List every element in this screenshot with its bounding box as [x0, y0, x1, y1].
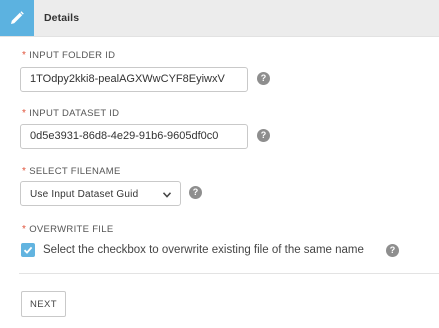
help-icon[interactable]: ?	[257, 129, 270, 142]
divider	[19, 273, 439, 274]
next-button[interactable]: NEXT	[21, 291, 66, 317]
overwrite-file-checkbox[interactable]	[21, 243, 35, 257]
input-dataset-id-label: * INPUT DATASET ID	[22, 108, 119, 119]
checkmark-icon	[23, 246, 33, 254]
input-dataset-id-label-text: INPUT DATASET ID	[29, 108, 120, 119]
select-filename-dropdown[interactable]: Use Input Dataset Guid	[20, 181, 181, 206]
required-marker: *	[22, 108, 27, 119]
required-marker: *	[22, 224, 27, 235]
input-folder-id-field[interactable]: 1TOdpy2kki8-pealAGXWwCYF8EyiwxV	[20, 67, 248, 92]
overwrite-file-label-text: OVERWRITE FILE	[29, 224, 114, 235]
input-dataset-id-field[interactable]: 0d5e3931-86d8-4e29-91b6-9605df0c0	[20, 124, 248, 149]
help-icon[interactable]: ?	[189, 186, 202, 199]
chevron-down-icon	[162, 190, 172, 201]
required-marker: *	[22, 50, 27, 61]
help-icon[interactable]: ?	[257, 72, 270, 85]
input-folder-id-label-text: INPUT FOLDER ID	[29, 50, 116, 61]
pencil-icon	[0, 0, 34, 36]
help-icon[interactable]: ?	[386, 244, 399, 257]
select-filename-label-text: SELECT FILENAME	[29, 166, 121, 177]
overwrite-file-checkbox-label[interactable]: Select the checkbox to overwrite existin…	[43, 244, 364, 256]
required-marker: *	[22, 166, 27, 177]
header-title: Details	[44, 12, 80, 24]
input-folder-id-label: * INPUT FOLDER ID	[22, 50, 115, 61]
details-header: Details	[0, 0, 439, 37]
select-filename-label: * SELECT FILENAME	[22, 166, 121, 177]
overwrite-file-label: * OVERWRITE FILE	[22, 224, 113, 235]
select-filename-value: Use Input Dataset Guid	[30, 189, 139, 200]
